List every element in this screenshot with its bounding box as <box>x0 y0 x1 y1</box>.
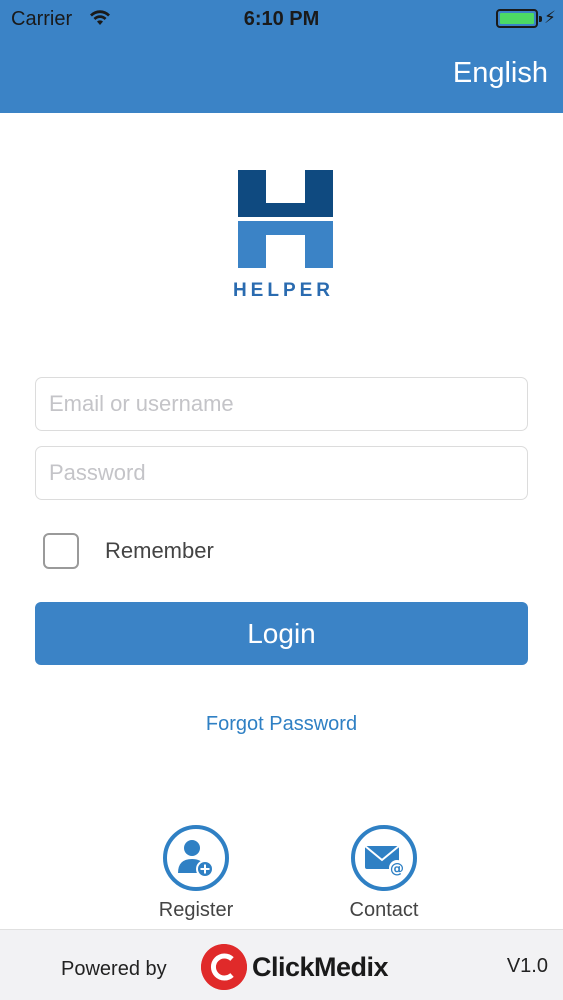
contact-button[interactable]: @ Contact <box>329 825 439 922</box>
helper-logo-icon <box>238 170 333 268</box>
password-input[interactable] <box>35 446 528 500</box>
remember-checkbox[interactable] <box>43 533 79 569</box>
powered-by-label: Powered by <box>61 958 167 980</box>
svg-text:@: @ <box>390 861 404 877</box>
charging-icon: ⚡ <box>544 8 556 27</box>
remember-label: Remember <box>105 538 214 563</box>
version-label: V1.0 <box>506 955 548 977</box>
add-user-icon <box>163 825 229 891</box>
clock: 6:10 PM <box>243 8 320 30</box>
status-bar: Carrier 6:10 PM ⚡ <box>0 0 563 40</box>
contact-label: Contact <box>349 899 419 921</box>
forgot-password-link[interactable]: Forgot Password <box>0 713 563 736</box>
email-at-icon: @ <box>351 825 417 891</box>
register-label: Register <box>158 899 234 921</box>
remember-row: Remember <box>43 533 214 569</box>
language-selector[interactable]: English <box>453 57 548 90</box>
footer: Powered by ClickMedix V1.0 <box>0 929 563 1000</box>
email-input[interactable] <box>35 377 528 431</box>
battery-icon <box>496 9 542 28</box>
login-button[interactable]: Login <box>35 602 528 665</box>
logo-text: HELPER <box>232 280 335 301</box>
top-bar: Carrier 6:10 PM ⚡ English <box>0 0 563 113</box>
clickmedix-logo-icon <box>201 944 247 990</box>
brand-name: ClickMedix <box>252 952 389 982</box>
register-button[interactable]: Register <box>141 825 251 922</box>
